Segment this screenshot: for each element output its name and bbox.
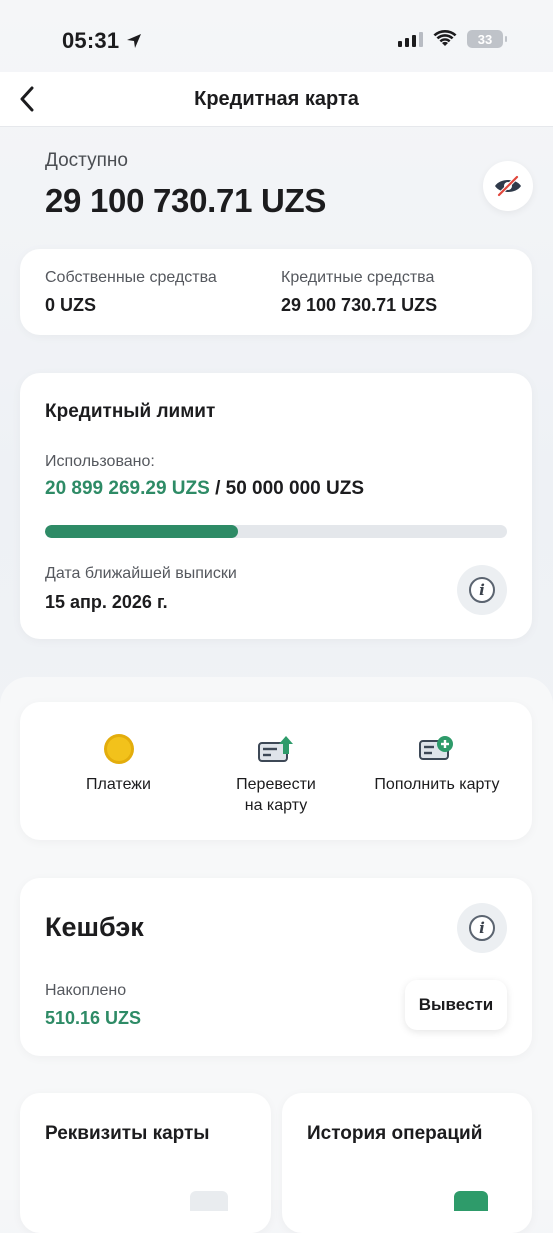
card-topup-icon xyxy=(419,736,453,760)
available-label: Доступно xyxy=(45,150,128,171)
operations-history-tile[interactable]: История операций xyxy=(282,1093,532,1233)
payments-action[interactable]: Платежи xyxy=(40,702,197,840)
funds-card: Собственные средства 0 UZS Кредитные сре… xyxy=(20,249,532,335)
location-arrow-icon xyxy=(127,34,142,48)
limit-total-value: 50 000 000 UZS xyxy=(225,478,365,499)
transfer-to-card-action[interactable]: Перевести на карту xyxy=(200,702,352,840)
status-time-text: 05:31 xyxy=(62,28,120,53)
battery-level: 33 xyxy=(477,31,493,47)
card-details-title: Реквизиты карты xyxy=(45,1123,210,1144)
transfer-label: Перевести на карту xyxy=(236,776,316,814)
status-indicators: 33 xyxy=(398,30,507,48)
withdraw-button[interactable]: Вывести xyxy=(405,980,507,1030)
credit-limit-card: Кредитный лимит Использовано: 20 899 269… xyxy=(20,373,532,639)
document-icon xyxy=(190,1191,228,1211)
used-value: 20 899 269.29 UZS xyxy=(45,478,210,499)
cellular-signal-icon xyxy=(398,31,423,47)
eye-hidden-icon xyxy=(495,175,521,197)
operations-history-title: История операций xyxy=(307,1123,483,1144)
used-amount: 20 899 269.29 UZS / 50 000 000 UZS xyxy=(45,478,364,500)
statement-info-button[interactable]: i xyxy=(457,565,507,615)
cashback-accrued-value: 510.16 UZS xyxy=(45,1008,142,1028)
payments-label: Платежи xyxy=(86,776,151,793)
page-title: Кредитная карта xyxy=(194,88,359,110)
own-funds-label: Собственные средства xyxy=(45,269,217,286)
cashback-card: Кешбэк i Накоплено 510.16 UZS Вывести xyxy=(20,878,532,1056)
card-details-tile[interactable]: Реквизиты карты xyxy=(20,1093,271,1233)
cashback-title: Кешбэк xyxy=(45,912,144,942)
actions-card: Платежи Перевести на карту Пополнить кар… xyxy=(20,702,532,840)
card-transfer-icon xyxy=(258,736,293,762)
credit-limit-title: Кредитный лимит xyxy=(45,401,216,422)
available-balance: 29 100 730.71 UZS xyxy=(45,182,327,219)
wifi-icon xyxy=(433,30,457,46)
cashback-accrued-label: Накоплено xyxy=(45,982,127,999)
info-icon: i xyxy=(469,915,495,941)
history-icon xyxy=(454,1191,488,1211)
status-time: 05:31 xyxy=(62,28,143,54)
used-separator: / xyxy=(209,478,226,499)
top-up-card-action[interactable]: Пополнить карту xyxy=(357,702,517,840)
hide-balance-button[interactable] xyxy=(483,161,533,211)
credit-usage-progress xyxy=(45,525,507,538)
credit-funds-value: 29 100 730.71 UZS xyxy=(281,295,438,315)
statement-date: 15 апр. 2026 г. xyxy=(45,592,168,612)
battery-icon: 33 xyxy=(467,30,507,48)
own-funds-value: 0 UZS xyxy=(45,295,97,315)
statement-label: Дата ближайшей выписки xyxy=(45,565,237,582)
info-icon: i xyxy=(469,577,495,603)
credit-usage-fill xyxy=(45,525,239,538)
credit-funds-label: Кредитные средства xyxy=(281,269,435,286)
top-up-label: Пополнить карту xyxy=(374,776,500,793)
coin-icon xyxy=(103,734,134,764)
cashback-info-button[interactable]: i xyxy=(457,903,507,953)
used-label: Использовано: xyxy=(45,453,155,470)
